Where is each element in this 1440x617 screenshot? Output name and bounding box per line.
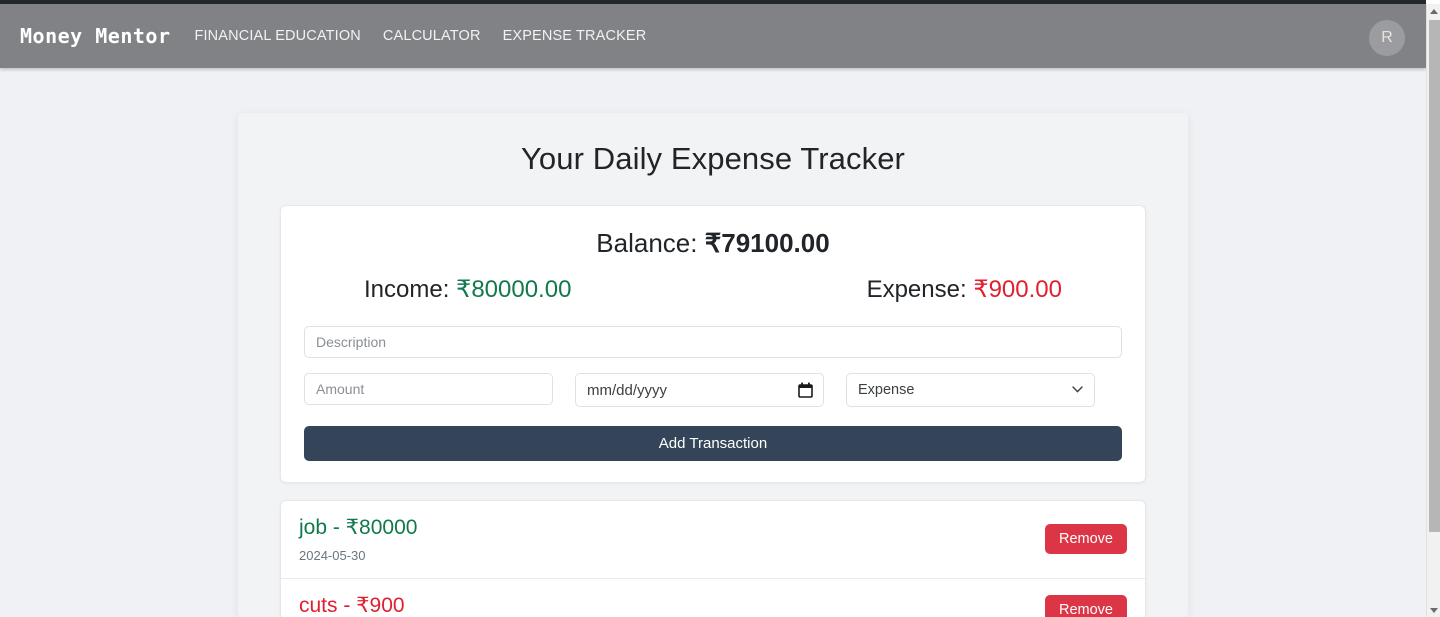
page-content: Your Daily Expense Tracker Balance: ₹791… xyxy=(0,68,1426,617)
add-transaction-button[interactable]: Add Transaction xyxy=(304,426,1122,461)
expense-label: Expense: xyxy=(866,276,967,303)
amount-date-type-row: mm/dd/yyyy Expense xyxy=(304,373,1122,407)
expense-value: ₹900.00 xyxy=(973,276,1062,303)
date-field[interactable]: mm/dd/yyyy xyxy=(575,373,824,407)
nav-link-financial-education[interactable]: FINANCIAL EDUCATION xyxy=(195,28,361,44)
totals-row: Income: ₹80000.00 Expense: ₹900.00 xyxy=(304,275,1122,304)
scrollbar-down-button[interactable] xyxy=(1427,603,1440,617)
page-viewport: Money Mentor FINANCIAL EDUCATION CALCULA… xyxy=(0,4,1426,617)
balance-summary: Balance: ₹79100.00 xyxy=(304,228,1122,259)
amount-input[interactable] xyxy=(304,373,553,405)
remove-button[interactable]: Remove xyxy=(1045,524,1127,554)
description-input[interactable] xyxy=(304,326,1122,358)
nav-link-calculator[interactable]: CALCULATOR xyxy=(383,28,481,44)
remove-button[interactable]: Remove xyxy=(1045,594,1127,617)
transaction-form-card: Balance: ₹79100.00 Income: ₹80000.00 Exp… xyxy=(280,205,1146,483)
avatar[interactable]: R xyxy=(1369,20,1405,56)
nav-link-expense-tracker[interactable]: EXPENSE TRACKER xyxy=(503,28,647,44)
income-label: Income: xyxy=(364,276,450,303)
transaction-title: cuts - ₹900 xyxy=(299,594,405,617)
page-scrollbar[interactable] xyxy=(1426,4,1440,617)
balance-label: Balance: xyxy=(596,228,698,258)
navbar: Money Mentor FINANCIAL EDUCATION CALCULA… xyxy=(0,4,1426,68)
expense-total: Expense: ₹900.00 xyxy=(867,275,1062,304)
income-total: Income: ₹80000.00 xyxy=(364,275,571,304)
transaction-info: job - ₹80000 2024-05-30 xyxy=(299,515,417,563)
chevron-down-icon xyxy=(1430,607,1438,613)
expense-tracker-panel: Your Daily Expense Tracker Balance: ₹791… xyxy=(238,113,1188,617)
transaction-info: cuts - ₹900 xyxy=(299,593,405,617)
transaction-type-select[interactable]: Expense xyxy=(846,373,1095,407)
transaction-date: 2024-05-30 xyxy=(299,548,366,563)
chevron-up-icon xyxy=(1430,8,1438,14)
description-row xyxy=(304,326,1122,358)
nav-links: FINANCIAL EDUCATION CALCULATOR EXPENSE T… xyxy=(195,28,647,44)
table-row: cuts - ₹900 Remove xyxy=(281,579,1145,617)
scrollbar-thumb[interactable] xyxy=(1429,20,1440,532)
brand-logo[interactable]: Money Mentor xyxy=(20,24,171,48)
income-value: ₹80000.00 xyxy=(456,276,572,303)
date-input[interactable]: mm/dd/yyyy xyxy=(575,373,824,407)
scrollbar-up-button[interactable] xyxy=(1427,4,1440,18)
balance-value: ₹79100.00 xyxy=(704,228,830,258)
table-row: job - ₹80000 2024-05-30 Remove xyxy=(281,501,1145,579)
transaction-type-value[interactable]: Expense xyxy=(846,373,1095,407)
transaction-title: job - ₹80000 xyxy=(299,516,418,539)
transaction-list: job - ₹80000 2024-05-30 Remove cuts - ₹9… xyxy=(280,500,1146,617)
page-title: Your Daily Expense Tracker xyxy=(521,141,905,176)
